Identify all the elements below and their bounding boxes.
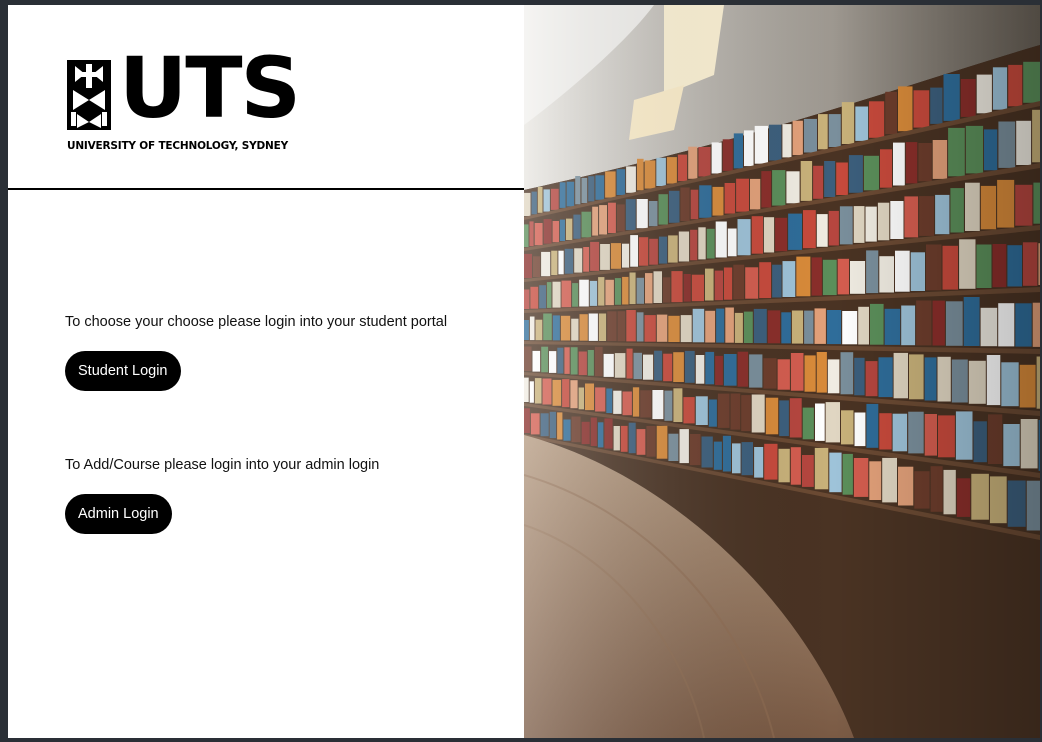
login-page: UTS UNIVERSITY OF TECHNOLOGY, SYDNEY To … [8,5,1040,738]
left-panel: UTS UNIVERSITY OF TECHNOLOGY, SYDNEY To … [8,5,524,738]
header-divider [8,188,524,190]
uts-logo: UTS UNIVERSITY OF TECHNOLOGY, SYDNEY [67,46,301,160]
student-prompt-text: To choose your choose please login into … [65,314,448,330]
library-illustration [524,5,1040,738]
logo-subtitle: UNIVERSITY OF TECHNOLOGY, SYDNEY [67,140,288,152]
admin-prompt-text: To Add/Course please login into your adm… [65,457,380,473]
student-login-button[interactable]: Student Login [65,351,181,391]
logo-wordmark: UTS [119,39,301,137]
admin-login-button[interactable]: Admin Login [65,494,172,534]
library-bookshelves-image [524,5,1040,738]
uts-emblem-icon [67,60,111,130]
